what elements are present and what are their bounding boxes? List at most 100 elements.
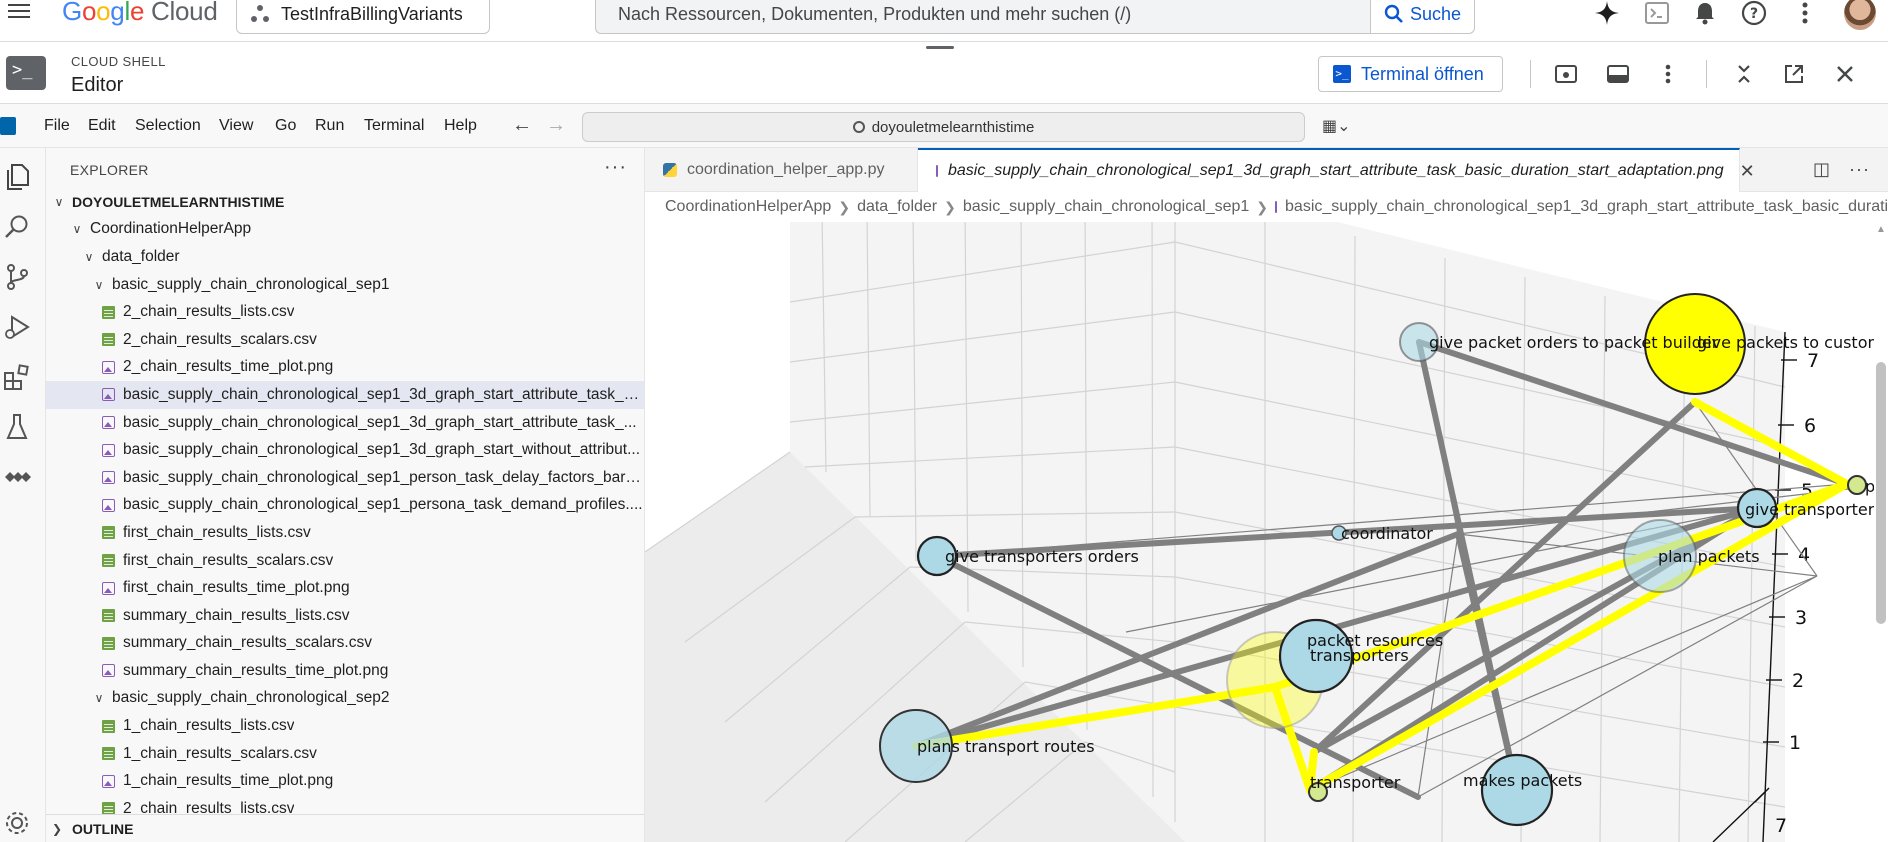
gemini-icon[interactable] xyxy=(1592,0,1622,28)
terminal-icon: >_ xyxy=(1333,65,1351,83)
tree-item-label: basic_supply_chain_chronological_sep1_3d… xyxy=(123,385,645,403)
tree-file[interactable]: basic_supply_chain_chronological_sep1_pe… xyxy=(46,492,644,520)
close-icon[interactable] xyxy=(1829,58,1861,90)
file-tree: ∨ DOYOULETMELEARNTHISTIME ∨ CoordinationHel… xyxy=(46,188,645,823)
user-avatar[interactable] xyxy=(1844,0,1876,30)
tree-file[interactable]: basic_supply_chain_chronological_sep1_pe… xyxy=(46,464,644,492)
tree-file[interactable]: 1_chain_results_time_plot.png xyxy=(46,767,644,795)
tree-file[interactable]: summary_chain_results_time_plot.png xyxy=(46,657,644,685)
scroll-up-icon[interactable]: ▲ xyxy=(1876,224,1886,235)
tree-item-label: basic_supply_chain_chronological_sep1_3d… xyxy=(123,413,637,431)
resize-handle[interactable] xyxy=(926,46,954,49)
search-button[interactable]: Suche xyxy=(1370,0,1474,33)
tree-file[interactable]: summary_chain_results_scalars.csv xyxy=(46,630,644,658)
editor-scrollbar[interactable]: ▲ xyxy=(1874,222,1888,842)
open-new-window-icon[interactable] xyxy=(1778,58,1810,90)
image-file-icon xyxy=(1275,201,1278,213)
project-icon xyxy=(251,5,269,23)
tree-file[interactable]: basic_supply_chain_chronological_sep1_3d… xyxy=(46,436,644,464)
tree-file[interactable]: basic_supply_chain_chronological_sep1_3d… xyxy=(46,381,645,409)
tree-item-label: basic_supply_chain_chronological_sep1 xyxy=(112,275,390,293)
tree-file[interactable]: first_chain_results_lists.csv xyxy=(46,519,644,547)
scrollbar-thumb[interactable] xyxy=(1876,362,1886,624)
tree-item-label: CoordinationHelperApp xyxy=(90,220,252,238)
command-center[interactable]: doyouletmelearnthistime xyxy=(582,112,1305,142)
web-preview-icon[interactable] xyxy=(1550,58,1582,90)
search-icon[interactable] xyxy=(2,212,32,242)
layout-panel-icon[interactable] xyxy=(1602,58,1634,90)
open-terminal-button[interactable]: >_ Terminal öffnen xyxy=(1318,56,1503,92)
extensions-icon[interactable] xyxy=(2,362,32,392)
copilot-layout-icon[interactable]: ▦⌄ xyxy=(1322,116,1351,136)
menu-go[interactable]: Go xyxy=(275,117,296,135)
tree-file[interactable]: 2_chain_results_lists.csv xyxy=(46,298,644,326)
tree-file[interactable]: 2_chain_results_scalars.csv xyxy=(46,326,644,354)
tree-file[interactable]: 1_chain_results_scalars.csv xyxy=(46,740,644,768)
tree-item-label: summary_chain_results_time_plot.png xyxy=(123,661,389,679)
breadcrumb-item[interactable]: basic_supply_chain_chronological_sep1_3d… xyxy=(1285,198,1888,216)
minimize-icon[interactable] xyxy=(1728,58,1760,90)
tree-item-label: 2_chain_results_time_plot.png xyxy=(123,358,334,376)
tree-file[interactable]: first_chain_results_time_plot.png xyxy=(46,574,644,602)
run-debug-icon[interactable] xyxy=(2,312,32,342)
tree-folder[interactable]: ∨ data_folder xyxy=(46,243,644,271)
tree-folder[interactable]: ∨ DOYOULETMELEARNTHISTIME xyxy=(46,188,644,216)
tree-item-label: 1_chain_results_lists.csv xyxy=(123,717,295,735)
back-arrow-icon[interactable]: ← xyxy=(512,114,532,137)
more-vert-icon[interactable] xyxy=(1652,58,1684,90)
tree-file[interactable]: 1_chain_results_lists.csv xyxy=(46,712,644,740)
tree-item-label: first_chain_results_scalars.csv xyxy=(123,551,334,569)
editor-more-icon[interactable]: ··· xyxy=(1849,159,1870,180)
tree-file[interactable]: summary_chain_results_lists.csv xyxy=(46,602,644,630)
breadcrumb-item[interactable]: CoordinationHelperApp xyxy=(665,198,831,216)
search-icon xyxy=(852,121,865,133)
forward-arrow-icon[interactable]: → xyxy=(546,114,566,137)
outline-title: OUTLINE xyxy=(72,820,134,837)
menu-selection[interactable]: Selection xyxy=(135,117,201,135)
help-icon[interactable]: ? xyxy=(1739,0,1769,28)
google-cloud-logo[interactable]: Google Cloud xyxy=(62,0,218,27)
menu-help[interactable]: Help xyxy=(444,117,477,135)
split-editor-icon[interactable]: ◫ xyxy=(1813,159,1830,180)
explorer-more-icon[interactable]: ··· xyxy=(604,156,627,179)
menu-terminal[interactable]: Terminal xyxy=(364,117,424,135)
search-input[interactable]: Nach Ressourcen, Dokumenten, Produkten u… xyxy=(596,4,1370,25)
explorer-sidebar: EXPLORER ··· ∨ DOYOULETMELEARNTHISTIME ∨ Co… xyxy=(46,148,645,842)
close-tab-icon[interactable]: ✕ xyxy=(1740,161,1755,182)
tree-item-label: summary_chain_results_lists.csv xyxy=(123,606,350,624)
tree-file[interactable]: 2_chain_results_time_plot.png xyxy=(46,354,644,382)
menu-file[interactable]: File xyxy=(44,117,70,135)
chevron-down-icon: ∨ xyxy=(72,222,82,237)
menu-view[interactable]: View xyxy=(219,117,253,135)
more-options-icon[interactable] xyxy=(1790,0,1820,28)
image-file-icon xyxy=(102,443,115,457)
csv-file-icon xyxy=(102,609,115,623)
settings-gear-icon[interactable] xyxy=(2,808,32,838)
chevron-down-icon: ∨ xyxy=(54,194,64,209)
menu-edit[interactable]: Edit xyxy=(88,117,116,135)
breadcrumb-item[interactable]: basic_supply_chain_chronological_sep1 xyxy=(963,198,1249,216)
image-file-icon xyxy=(102,360,115,374)
search-bar[interactable]: Nach Ressourcen, Dokumenten, Produkten u… xyxy=(595,0,1475,34)
explorer-icon[interactable] xyxy=(2,162,32,192)
main-menu-icon[interactable] xyxy=(8,0,34,22)
graph-node-label: transporters xyxy=(1310,646,1409,665)
tree-file[interactable]: first_chain_results_scalars.csv xyxy=(46,547,644,575)
cloud-code-icon[interactable] xyxy=(2,462,32,492)
tree-folder[interactable]: ∨ basic_supply_chain_chronological_sep2 xyxy=(46,685,644,713)
tree-folder[interactable]: ∨ basic_supply_chain_chronological_sep1 xyxy=(46,271,644,299)
project-picker-button[interactable]: TestInfraBillingVariants xyxy=(236,0,490,34)
tab-coordination-helper-app[interactable]: coordination_helper_app.py xyxy=(645,148,918,192)
image-viewer[interactable]: 7 6 5 4 3 2 1 7 give packet orders to pa… xyxy=(645,222,1874,842)
breadcrumb-item[interactable]: data_folder xyxy=(857,198,937,216)
source-control-icon[interactable] xyxy=(2,262,32,292)
testing-icon[interactable] xyxy=(2,412,32,442)
menu-run[interactable]: Run xyxy=(315,117,344,135)
tree-file[interactable]: basic_supply_chain_chronological_sep1_3d… xyxy=(46,409,644,437)
cloud-shell-icon[interactable] xyxy=(1642,0,1672,28)
tab-graph-png[interactable]: basic_supply_chain_chronological_sep1_3d… xyxy=(918,148,1755,192)
notifications-icon[interactable] xyxy=(1690,0,1720,28)
tree-folder[interactable]: ∨ CoordinationHelperApp xyxy=(46,216,644,244)
outline-section-header[interactable]: ❯ OUTLINE xyxy=(46,814,644,842)
open-terminal-label: Terminal öffnen xyxy=(1361,63,1484,84)
